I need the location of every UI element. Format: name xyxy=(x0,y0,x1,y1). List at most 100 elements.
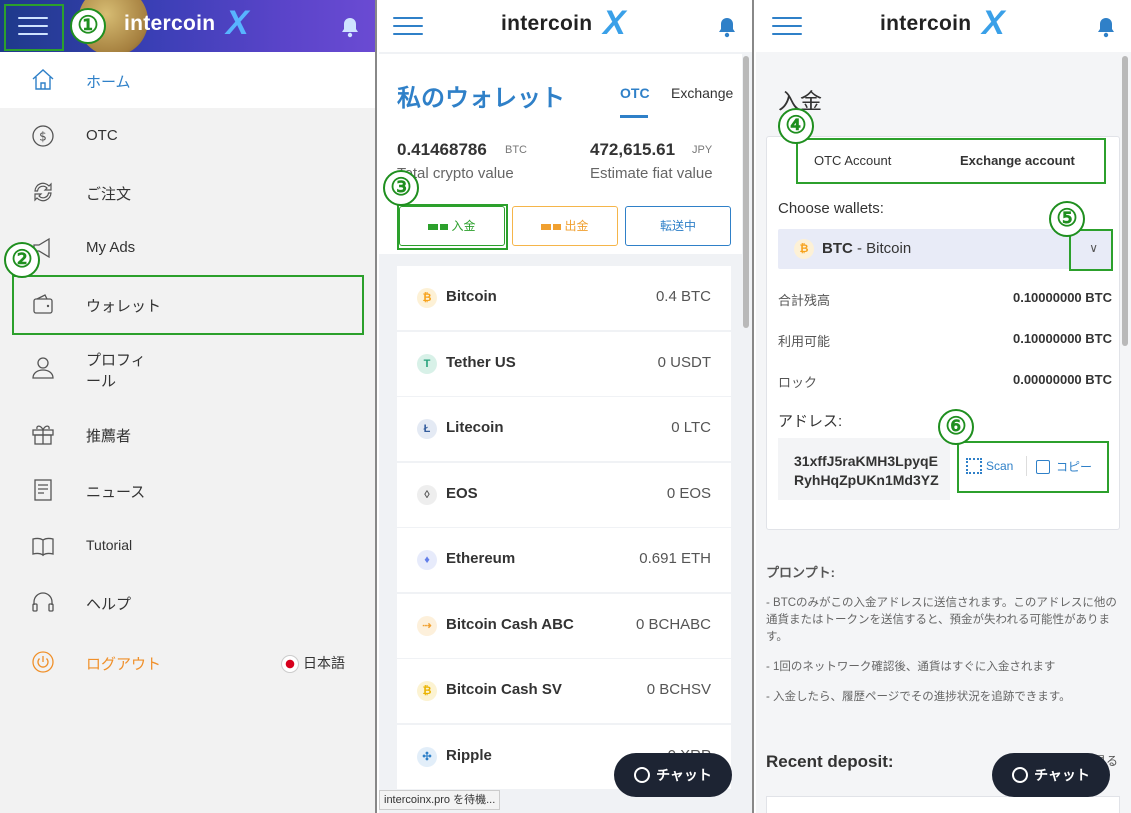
prompt-text: - 1回のネットワーク確認後、通貨はすぐに入金されます xyxy=(766,661,1056,673)
balance-row-available: 利用可能 0.10000000 BTC xyxy=(778,331,1112,351)
selected-name: - Bitcoin xyxy=(852,240,912,257)
news-icon xyxy=(30,477,56,503)
hamburger-menu-icon[interactable] xyxy=(18,15,48,37)
coin-balance: 0 LTC xyxy=(671,419,711,436)
list-item[interactable]: ₿ Bitcoin 0.4 BTC xyxy=(397,266,731,330)
coin-balance: 0.691 ETH xyxy=(639,550,711,567)
ripple-icon: ✣ xyxy=(417,747,437,767)
coin-name: Ripple xyxy=(446,747,492,764)
menu-item-orders[interactable]: ご注文 xyxy=(0,164,375,220)
transfer-label: 転送中 xyxy=(659,219,696,233)
menu-label: ヘルプ xyxy=(86,596,132,613)
chat-bubble-icon xyxy=(1012,767,1029,783)
chat-button[interactable]: チャット xyxy=(614,753,732,797)
menu-label: ホーム xyxy=(86,74,131,91)
prompt-text: - 入金したら、履歴ページでその進捗状況を追跡できます。 xyxy=(766,691,1071,703)
browser-status-bar: intercoinx.pro を待機... xyxy=(379,790,501,810)
copy-button[interactable]: コピー xyxy=(1036,458,1092,475)
coin-balance: 0 EOS xyxy=(666,485,711,502)
bitcoin-icon: ₿ xyxy=(417,288,437,308)
tab-exchange[interactable]: Exchange xyxy=(671,85,733,101)
menu-item-help[interactable]: ヘルプ xyxy=(0,574,375,630)
divider xyxy=(1026,456,1027,476)
dollar-circle-icon: $ xyxy=(30,123,56,149)
total-crypto-value: 0.41468786 xyxy=(397,140,487,159)
logout-label: ログアウト xyxy=(86,656,162,673)
notification-bell-icon[interactable] xyxy=(1096,16,1116,38)
scan-label: Scan xyxy=(986,459,1014,473)
exchange-icon xyxy=(30,179,56,205)
tab-exchange-account[interactable]: Exchange account xyxy=(960,153,1075,168)
home-icon xyxy=(30,67,56,93)
coin-name: Bitcoin Cash SV xyxy=(446,681,562,698)
side-menu-panel: intercoin X ホーム $ OTC ご注文 My Ads ウォレット プ xyxy=(0,0,377,813)
notification-bell-icon[interactable] xyxy=(717,16,737,38)
chevron-down-icon[interactable]: ∨ xyxy=(1089,241,1098,255)
chat-button[interactable]: チャット xyxy=(992,753,1110,797)
menu-item-otc[interactable]: $ OTC xyxy=(0,108,375,164)
svg-text:$: $ xyxy=(39,130,47,144)
fiat-label: Estimate fiat value xyxy=(590,165,713,182)
menu-label: プロフィール xyxy=(86,352,146,390)
japan-flag-icon xyxy=(281,655,299,674)
menu-label: ご注文 xyxy=(86,186,132,203)
balance-row-total: 合計残高 0.10000000 BTC xyxy=(778,290,1112,310)
coin-balance: 0 BCHABC xyxy=(635,616,711,633)
notification-bell-icon[interactable] xyxy=(340,16,360,38)
menu-header: intercoin X xyxy=(0,0,375,56)
coin-name: Ethereum xyxy=(446,550,516,567)
withdraw-button[interactable]: 出金 xyxy=(512,206,618,246)
deposit-label: 入金 xyxy=(451,219,476,233)
list-item[interactable]: ⇢ Bitcoin Cash ABC 0 BCHABC xyxy=(397,594,731,658)
menu-label: Tutorial xyxy=(86,537,133,553)
menu-label: 推薦者 xyxy=(86,428,132,445)
power-icon xyxy=(30,649,56,675)
coin-balance: 0 USDT xyxy=(657,354,711,371)
fiat-value: 472,615.61 xyxy=(590,140,676,159)
coin-balance: 0.4 BTC xyxy=(655,288,711,305)
scan-button[interactable]: Scan xyxy=(966,458,1013,474)
menu-item-referrer[interactable]: 推薦者 xyxy=(0,406,375,462)
recent-deposit-table xyxy=(766,796,1120,813)
balance-label: 合計残高 xyxy=(778,293,831,308)
list-item[interactable]: ♦ Ethereum 0.691 ETH xyxy=(397,528,731,592)
user-icon xyxy=(30,354,56,380)
menu-item-profile[interactable]: プロフィール xyxy=(0,332,375,398)
wallet-panel: intercoin X 私のウォレット OTC Exchange 0.41468… xyxy=(379,0,754,813)
list-item[interactable]: ◊ EOS 0 EOS xyxy=(397,463,731,527)
menu-item-logout[interactable]: ログアウト 日本語 xyxy=(0,634,375,690)
menu-label: ニュース xyxy=(86,484,146,501)
language-selector[interactable]: 日本語 xyxy=(281,653,345,674)
annotation-badge-6: ⑥ xyxy=(938,409,974,445)
address-box[interactable]: 31xffJ5raKMH3LpyqERyhHqZpUKn1Md3YZ xyxy=(778,438,950,500)
headset-icon xyxy=(30,589,56,615)
menu-item-my-ads[interactable]: My Ads xyxy=(0,220,375,276)
deposit-icon xyxy=(428,223,449,230)
litecoin-icon: Ł xyxy=(417,419,437,439)
list-item[interactable]: T Tether US 0 USDT xyxy=(397,332,731,396)
hamburger-menu-icon[interactable] xyxy=(772,15,802,37)
balance-row-locked: ロック 0.00000000 BTC xyxy=(778,372,1112,392)
list-item[interactable]: ₿ Bitcoin Cash SV 0 BCHSV xyxy=(397,659,731,723)
menu-label: ウォレット xyxy=(86,298,162,315)
scrollbar[interactable] xyxy=(743,56,749,328)
transfer-button[interactable]: 転送中 xyxy=(625,206,731,246)
withdraw-icon xyxy=(541,223,562,230)
logo-x-mark: X xyxy=(603,4,626,42)
list-item[interactable]: Ł Litecoin 0 LTC xyxy=(397,397,731,461)
menu-item-news[interactable]: ニュース xyxy=(0,462,375,518)
qr-code-icon xyxy=(966,458,982,474)
fiat-unit: JPY xyxy=(692,144,713,156)
menu-item-home[interactable]: ホーム xyxy=(0,52,375,108)
menu-label: My Ads xyxy=(86,239,136,256)
tab-underline xyxy=(620,115,648,118)
menu-item-wallet[interactable]: ウォレット xyxy=(0,276,375,332)
menu-item-tutorial[interactable]: Tutorial xyxy=(0,518,375,574)
scrollbar[interactable] xyxy=(1122,56,1128,346)
hamburger-menu-icon[interactable] xyxy=(393,15,423,37)
tab-otc[interactable]: OTC xyxy=(620,85,650,101)
balance-value: 0.10000000 BTC xyxy=(1012,290,1112,305)
deposit-button[interactable]: 入金 xyxy=(399,206,505,246)
tab-otc-account[interactable]: OTC Account xyxy=(814,153,891,168)
copy-icon xyxy=(1036,460,1050,474)
